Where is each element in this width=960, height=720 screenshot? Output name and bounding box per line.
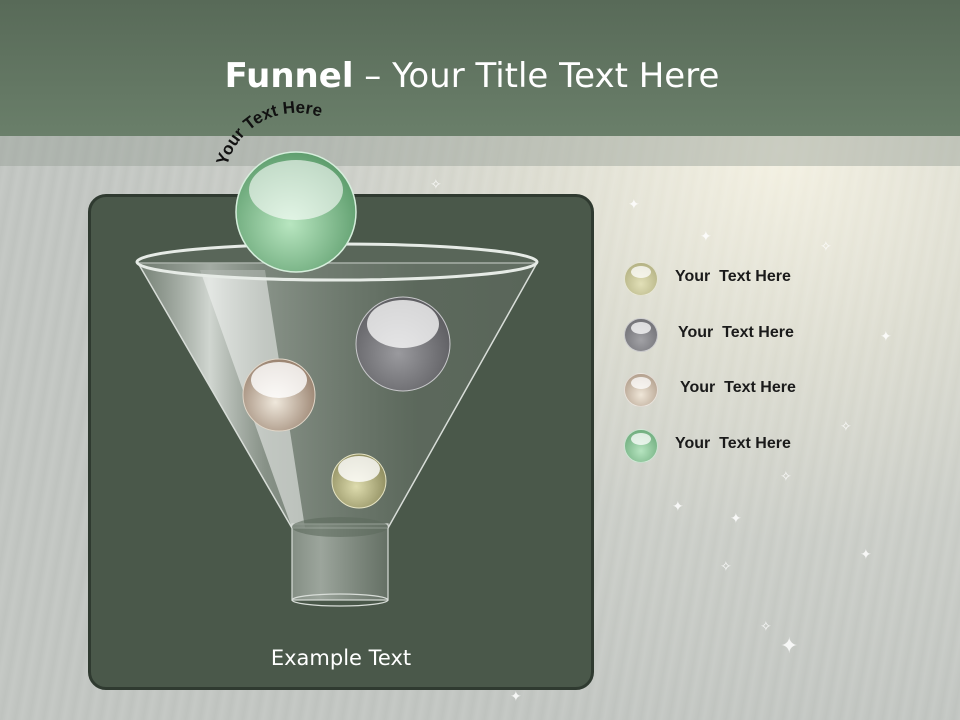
legend-label: Your Text Here (678, 324, 794, 341)
example-text: Example Text (270, 646, 412, 670)
grey-ball-icon (624, 318, 658, 352)
beige-ball-icon (624, 373, 658, 407)
funnel-neck (292, 517, 388, 537)
funnel-diagram: Your Text Here (135, 98, 539, 607)
green-ball-icon (624, 429, 658, 463)
olive-ball-icon (624, 262, 658, 296)
ball-beige (242, 358, 316, 432)
legend-label: Your Text Here (675, 268, 791, 285)
ball-green (235, 151, 357, 273)
legend-label: Your Text Here (680, 379, 796, 396)
legend-label: Your Text Here (675, 435, 791, 452)
ball-olive (331, 453, 387, 509)
ball-grey (355, 296, 451, 392)
